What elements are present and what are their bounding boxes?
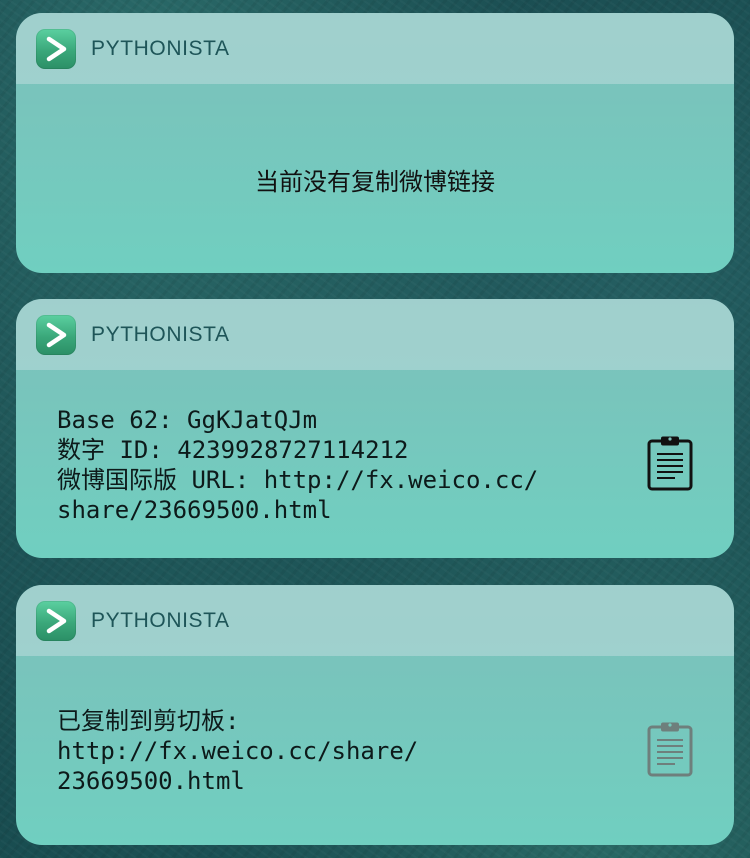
numeric-id-line: 数字 ID: 4239928727114212 bbox=[57, 436, 409, 464]
base62-line: Base 62: GgKJatQJm bbox=[57, 406, 318, 434]
widget-header: PYTHONISTA bbox=[16, 299, 734, 370]
weico-url-line: 微博国际版 URL: http://fx.weico.cc/ bbox=[57, 466, 539, 494]
copied-url-line-cont: 23669500.html bbox=[57, 767, 245, 795]
widget-body: 当前没有复制微博链接 bbox=[16, 84, 734, 273]
app-name: PYTHONISTA bbox=[91, 322, 230, 346]
pythonista-app-icon bbox=[36, 28, 76, 69]
clipboard-icon bbox=[647, 722, 693, 777]
weico-url-line-cont: share/23669500.html bbox=[57, 496, 332, 524]
pythonista-widget-1[interactable]: PYTHONISTA 当前没有复制微博链接 bbox=[16, 13, 734, 273]
pythonista-app-icon bbox=[36, 314, 76, 355]
app-name: PYTHONISTA bbox=[91, 36, 230, 60]
weibo-link-info: Base 62: GgKJatQJm 数字 ID: 423992872711421… bbox=[57, 405, 538, 525]
widget-header: PYTHONISTA bbox=[16, 13, 734, 84]
copied-confirmation: 已复制到剪切板: http://fx.weico.cc/share/2366950… bbox=[57, 706, 418, 796]
widget-header: PYTHONISTA bbox=[16, 585, 734, 656]
widget-body: Base 62: GgKJatQJm 数字 ID: 423992872711421… bbox=[16, 370, 734, 558]
pythonista-widget-3[interactable]: PYTHONISTA 已复制到剪切板: http://fx.weico.cc/sh… bbox=[16, 585, 734, 845]
pythonista-widget-2[interactable]: PYTHONISTA Base 62: GgKJatQJm 数字 ID: 4239… bbox=[16, 299, 734, 558]
clipboard-icon bbox=[647, 436, 693, 491]
app-name: PYTHONISTA bbox=[91, 608, 230, 632]
copied-url-line: http://fx.weico.cc/share/ bbox=[57, 737, 419, 765]
copy-to-clipboard-button[interactable] bbox=[646, 434, 694, 492]
widget-body: 已复制到剪切板: http://fx.weico.cc/share/2366950… bbox=[16, 656, 734, 845]
copy-to-clipboard-button-disabled[interactable] bbox=[646, 720, 694, 778]
pythonista-app-icon bbox=[36, 600, 76, 641]
copied-label: 已复制到剪切板: bbox=[57, 707, 240, 735]
status-message: 当前没有复制微博链接 bbox=[255, 168, 495, 196]
